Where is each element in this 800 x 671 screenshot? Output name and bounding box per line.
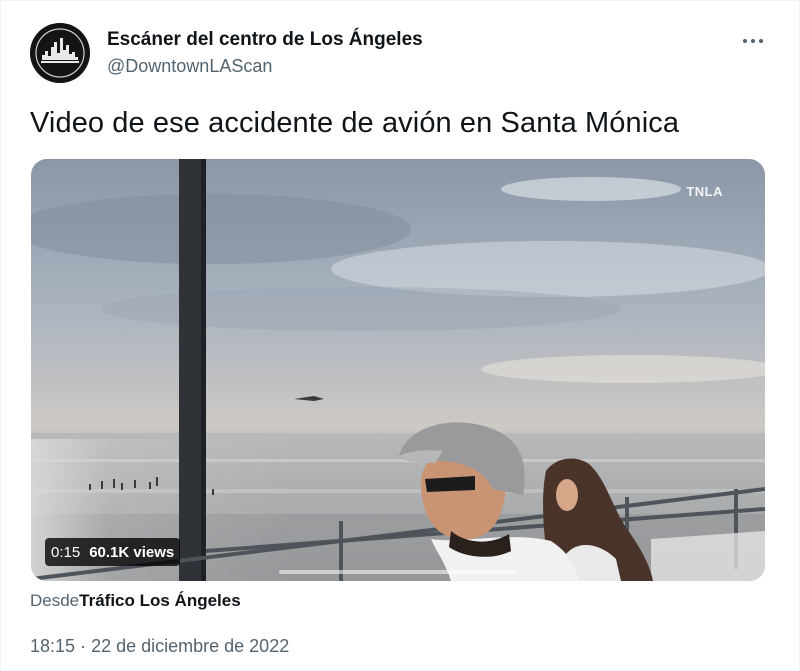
tweet-timestamp: 18:15 · 22 de diciembre de 2022 — [30, 636, 289, 657]
source-prefix: Desde — [30, 591, 80, 610]
more-options-button[interactable] — [736, 27, 770, 55]
avatar-skyline-logo — [30, 23, 90, 83]
tweet-time[interactable]: 18:15 — [30, 636, 75, 656]
avatar[interactable] — [30, 23, 90, 83]
tweet-text: Video de ese accidente de avión en Santa… — [30, 107, 680, 139]
video-frame — [31, 159, 765, 581]
video-watermark: TNLA — [686, 184, 723, 199]
video-player[interactable]: TNLA 0:15 60.1K views — [31, 159, 765, 581]
video-view-count: 60.1K views — [89, 543, 175, 561]
source-account-link[interactable]: Tráfico Los Ángeles — [79, 591, 241, 610]
video-duration: 0:15 — [51, 543, 81, 561]
video-source: DesdeTráfico Los Ángeles — [30, 591, 241, 611]
video-info-badge: 0:15 60.1K views — [45, 538, 181, 566]
author-handle[interactable]: @DowntownLAScan — [107, 56, 272, 77]
timestamp-separator: · — [80, 636, 87, 656]
tweet-card: Escáner del centro de Los Ángeles @Downt… — [0, 0, 800, 671]
more-horizontal-icon — [743, 39, 763, 43]
tweet-date[interactable]: 22 de diciembre de 2022 — [91, 636, 289, 656]
author-display-name[interactable]: Escáner del centro de Los Ángeles — [107, 29, 423, 51]
video-progress-bar[interactable] — [279, 570, 515, 574]
